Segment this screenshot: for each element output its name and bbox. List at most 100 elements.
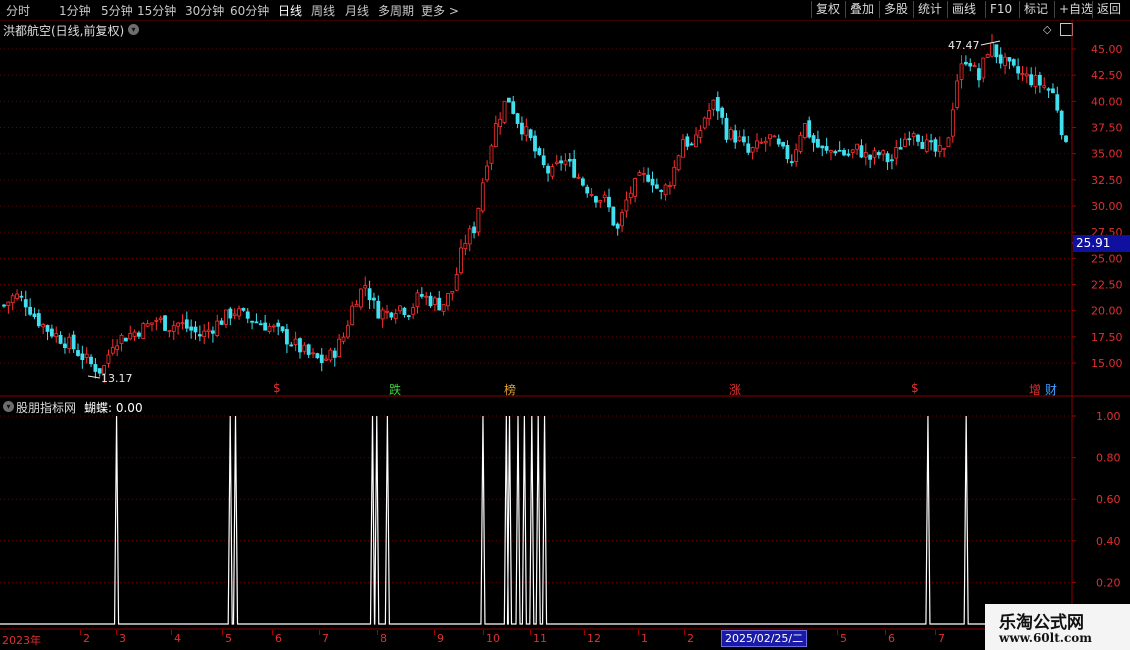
time-tick-16 [837, 630, 838, 635]
candle-body-208 [907, 138, 912, 141]
candle-body-89 [389, 312, 394, 318]
candle-body-64 [280, 326, 285, 332]
candle-body-153 [668, 185, 672, 187]
candle-body-15 [67, 336, 72, 350]
time-tick-label-6: 7 [322, 632, 329, 645]
candle-body-111 [485, 165, 490, 181]
candle-body-82 [359, 288, 363, 308]
time-tick-10 [530, 630, 531, 635]
candle-body-29 [128, 333, 133, 340]
candle-body-37 [163, 315, 167, 331]
candle-body-55 [241, 307, 246, 311]
candle-body-187 [816, 138, 820, 148]
time-tick-label-3: 4 [174, 632, 181, 645]
candle-body-97 [424, 295, 429, 298]
candle-body-154 [672, 166, 677, 186]
candle-body-91 [398, 305, 402, 312]
candle-body-174 [759, 141, 764, 144]
signal-marker-1[interactable]: 跌 [389, 381, 401, 398]
candle-body-73 [319, 354, 324, 363]
candle-body-7 [32, 313, 37, 317]
high-price-label: 47.47 [948, 39, 980, 52]
candle-body-180 [785, 144, 790, 160]
candle-body-201 [876, 152, 881, 156]
candle-body-232 [1011, 59, 1016, 66]
candle-body-56 [245, 311, 250, 319]
candle-body-133 [580, 178, 585, 186]
candle-body-24 [106, 354, 111, 364]
candle-body-57 [250, 320, 254, 323]
candle-body-27 [119, 334, 124, 344]
candle-body-233 [1016, 66, 1021, 74]
time-tick-label-11: 12 [587, 632, 601, 645]
signal-marker-5[interactable]: 增 [1029, 381, 1041, 398]
candle-body-72 [315, 353, 320, 359]
time-tick-9 [483, 630, 484, 635]
candle-body-188 [820, 145, 825, 149]
time-tick-1 [80, 630, 81, 635]
time-tick-8 [434, 630, 435, 635]
signal-marker-6[interactable]: 财 [1045, 381, 1057, 398]
candle-body-139 [607, 196, 611, 208]
time-tick-label-12: 1 [641, 632, 648, 645]
candle-body-115 [502, 100, 507, 123]
candle-body-178 [776, 138, 781, 145]
candle-body-159 [694, 134, 698, 148]
candle-body-122 [533, 135, 537, 152]
candle-body-176 [768, 134, 772, 139]
time-tick-label-13: 2 [687, 632, 694, 645]
candle-body-18 [80, 353, 85, 361]
time-tick-label-17: 6 [888, 632, 895, 645]
candle-body-151 [659, 189, 664, 192]
indicator-menu-icon[interactable]: ▾ [3, 401, 14, 412]
time-tick-12 [638, 630, 639, 635]
candle-body-78 [341, 336, 346, 342]
candle-body-103 [450, 291, 455, 294]
time-tick-6 [319, 630, 320, 635]
candle-body-48 [211, 330, 215, 334]
candle-body-84 [367, 288, 372, 301]
time-tick-7 [377, 630, 378, 635]
candle-body-30 [132, 331, 137, 337]
watermark-logo: 乐淘公式网 www.60lt.com [985, 604, 1130, 650]
candle-body-197 [859, 145, 864, 158]
candle-body-50 [219, 320, 224, 325]
candle-body-161 [702, 117, 707, 129]
candle-body-204 [890, 159, 894, 162]
watermark-name: 乐淘公式网 [999, 613, 1084, 633]
candle-body-81 [354, 303, 359, 307]
candle-body-240 [1046, 88, 1051, 91]
y-tick-label-3: 22.50 [1091, 279, 1123, 292]
candle-body-129 [563, 160, 568, 165]
time-tick-label-9: 10 [486, 632, 500, 645]
candle-body-205 [894, 147, 899, 159]
candle-body-236 [1029, 74, 1034, 86]
signal-marker-0[interactable]: $ [273, 381, 281, 395]
candle-body-1 [6, 301, 11, 306]
y-tick-label-7: 32.50 [1091, 174, 1123, 187]
candle-body-39 [171, 325, 176, 332]
time-tick-2 [116, 630, 117, 635]
candle-body-175 [763, 140, 768, 144]
candle-body-145 [633, 178, 638, 197]
signal-marker-2[interactable]: 榜 [504, 381, 516, 398]
candle-body-209 [911, 133, 916, 138]
candle-body-96 [419, 294, 424, 297]
candle-body-67 [293, 338, 298, 345]
candle-body-68 [298, 338, 302, 353]
signal-marker-3[interactable]: 涨 [729, 381, 741, 398]
candle-body-244 [1064, 135, 1068, 142]
candle-body-94 [411, 307, 416, 315]
candle-body-113 [493, 123, 498, 148]
ind-y-tick-label-1: 0.40 [1096, 535, 1121, 548]
candle-body-217 [946, 137, 951, 148]
candle-body-34 [150, 322, 154, 325]
candle-body-228 [994, 44, 999, 58]
candle-body-40 [176, 322, 180, 327]
candle-body-212 [924, 139, 929, 152]
candle-body-128 [559, 160, 564, 164]
candle-body-140 [611, 206, 616, 226]
price-chart[interactable]: 15.0017.5020.0022.5025.0027.5030.0032.50… [0, 0, 1130, 630]
signal-marker-4[interactable]: $ [911, 381, 919, 395]
candle-body-207 [903, 138, 907, 147]
